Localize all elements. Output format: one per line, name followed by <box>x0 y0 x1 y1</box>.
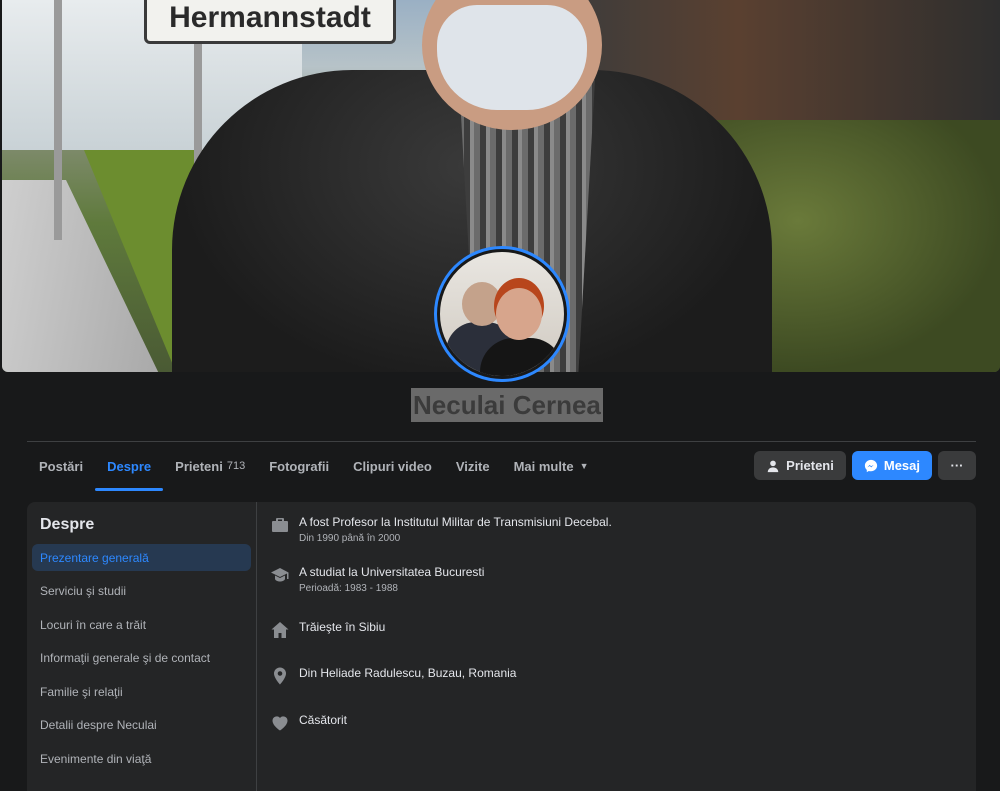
about-panel: Despre Prezentare generală Serviciu şi s… <box>27 502 976 791</box>
tab-label: Vizite <box>455 458 490 474</box>
avatar-person-head <box>496 288 542 340</box>
location-pin-icon <box>269 665 291 687</box>
avatar <box>437 249 567 379</box>
profile-actions: Prieteni Mesaj ··· <box>754 451 976 480</box>
messenger-icon <box>864 459 877 472</box>
avatar-person-body <box>480 338 564 376</box>
about-nav-life-events[interactable]: Evenimente din viaţă <box>32 745 251 772</box>
about-sidebar: Despre Prezentare generală Serviciu şi s… <box>27 502 257 791</box>
friends-button-label: Prieteni <box>786 458 834 473</box>
tab-despre[interactable]: Despre <box>95 442 164 491</box>
tab-label: Fotografii <box>269 458 330 474</box>
about-item-lives-in: Trăieşte în Sibiu <box>269 619 964 641</box>
message-button-label: Mesaj <box>883 458 920 473</box>
about-nav-details[interactable]: Detalii despre Neculai <box>32 712 251 739</box>
tab-mai-multe[interactable]: Mai multe ▼ <box>502 442 601 490</box>
nav-label: Locuri în care a trăit <box>40 617 147 632</box>
about-nav-family[interactable]: Familie şi relaţii <box>32 678 251 705</box>
cover-pole <box>54 0 62 240</box>
friends-count: 713 <box>226 460 246 472</box>
tab-label: Postări <box>39 458 84 474</box>
more-options-button[interactable]: ··· <box>938 451 976 480</box>
person-icon <box>767 460 779 472</box>
about-item-text: A fost Profesor la Institutul Militar de… <box>299 515 612 529</box>
about-item-subtext: Din 1990 până în 2000 <box>299 533 401 544</box>
about-item-text: A studiat la Universitatea Bucuresti <box>299 565 485 579</box>
briefcase-icon <box>269 514 291 536</box>
about-item-subtext: Perioadă: 1983 - 1988 <box>299 583 398 594</box>
tab-clipuri-video[interactable]: Clipuri video <box>341 442 444 490</box>
nav-label: Evenimente din viaţă <box>40 751 152 766</box>
cover-city-sign: Hermannstadt <box>144 0 396 44</box>
about-title: Despre <box>40 516 95 533</box>
tab-label: Prieteni <box>175 458 223 474</box>
nav-label: Detalii despre Neculai <box>40 718 157 732</box>
home-icon <box>269 619 291 641</box>
nav-label: Prezentare generală <box>40 550 149 565</box>
about-nav-work-education[interactable]: Serviciu şi studii <box>32 578 251 605</box>
about-item-text: Din Heliade Radulescu, Buzau, Romania <box>299 666 517 680</box>
about-nav-contact-info[interactable]: Informaţii generale şi de contact <box>32 645 251 672</box>
friends-button[interactable]: Prieteni <box>754 451 846 480</box>
about-item-relationship: Căsătorit <box>269 712 964 734</box>
more-dots-icon: ··· <box>950 458 964 473</box>
tab-vizite[interactable]: Vizite <box>444 442 502 490</box>
tab-prieteni[interactable]: Prieteni 713 <box>163 442 257 490</box>
graduation-cap-icon <box>269 564 291 586</box>
profile-tabs: Postări Despre Prieteni 713 Fotografii Cl… <box>27 442 601 491</box>
tab-fotografii[interactable]: Fotografii <box>257 442 341 490</box>
nav-label: Informaţii generale şi de contact <box>40 651 211 665</box>
profile-picture[interactable] <box>434 246 570 382</box>
profile-name: Neculai Cernea <box>411 388 603 422</box>
message-button[interactable]: Mesaj <box>851 451 932 480</box>
about-item-work: A fost Profesor la Institutul Militar de… <box>269 514 964 546</box>
about-item-text: Căsătorit <box>299 713 348 727</box>
about-item-text: Trăieşte în Sibiu <box>299 620 386 634</box>
caret-down-icon: ▼ <box>579 461 589 471</box>
cover-person-mask <box>437 5 587 110</box>
heart-icon <box>269 712 291 734</box>
about-content: A fost Profesor la Institutul Militar de… <box>257 502 976 791</box>
about-item-education: A studiat la Universitatea Bucuresti Per… <box>269 564 964 596</box>
tab-postari[interactable]: Postări <box>27 442 95 490</box>
about-item-hometown: Din Heliade Radulescu, Buzau, Romania <box>269 665 964 687</box>
nav-label: Serviciu şi studii <box>40 584 127 598</box>
tab-label: Despre <box>107 458 152 474</box>
tab-label: Mai multe <box>513 458 574 474</box>
about-nav-overview[interactable]: Prezentare generală <box>32 544 251 571</box>
nav-label: Familie şi relaţii <box>40 684 123 699</box>
about-nav-places-lived[interactable]: Locuri în care a trăit <box>32 611 251 638</box>
tab-label: Clipuri video <box>353 458 432 474</box>
